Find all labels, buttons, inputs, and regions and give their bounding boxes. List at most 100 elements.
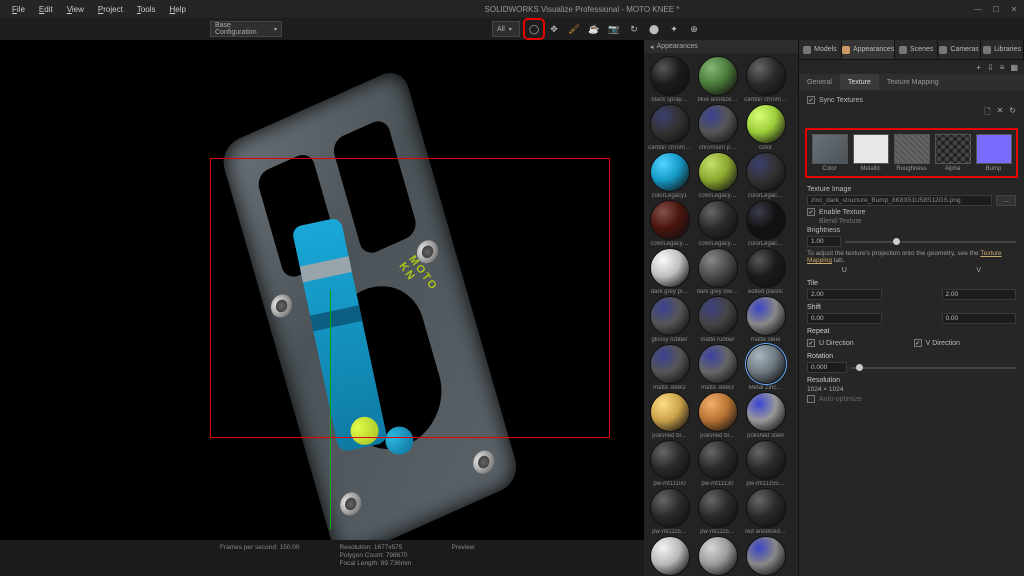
appearance-swatch[interactable]: colorLegacy… [695,200,740,247]
subtab-texture[interactable]: Texture [840,74,879,90]
enable-texture-checkbox[interactable] [807,208,815,216]
texture-map-alpha[interactable]: Alpha [934,134,971,172]
appearance-swatch[interactable]: matte steel [743,296,788,343]
brightness-value[interactable]: 1.00 [807,236,841,247]
appearance-swatch[interactable]: colorLegacy1 [647,152,692,199]
tab-appearances[interactable]: Appearances [842,40,895,59]
camera-tool-button[interactable]: 📷 [606,21,622,37]
appearance-swatch[interactable]: Metal Zinc… [743,344,788,391]
appearance-swatch[interactable]: matte steel3 [695,344,740,391]
appearance-swatch[interactable]: colorLegac… [743,152,788,199]
mapping-note: To adjust the texture's projection onto … [807,250,1016,264]
repeat-v-checkbox[interactable] [914,339,922,347]
appearance-swatch[interactable]: glossy rubber [647,296,692,343]
add-icon[interactable]: + [976,63,981,72]
appearance-swatch[interactable]: pw-mt11130 [695,440,740,487]
viewport-3d[interactable]: MOTO KN Frames per second: 150.00 Resolu… [0,40,644,576]
appearance-swatch[interactable]: colorLegac… [743,200,788,247]
close-icon[interactable]: ✕ [1008,5,1020,14]
menu-file[interactable]: FFileile [6,4,31,15]
appearance-swatch[interactable]: matte rubber [695,296,740,343]
rotation-value[interactable]: 0.000 [807,362,847,373]
properties-panel: Models Appearances Scenes Cameras Librar… [799,40,1024,576]
sync-textures-label: Sync Textures [819,97,863,104]
appearance-swatch[interactable]: polished bl… [647,392,692,439]
appearance-swatch[interactable]: red anodised… [743,488,788,535]
browse-button[interactable]: … [996,195,1016,206]
brightness-slider[interactable] [845,237,1016,247]
library-header: Appearances [657,43,698,50]
texture-refresh-icon[interactable]: ↻ [1009,106,1016,120]
minimize-icon[interactable]: — [972,5,984,14]
tile-v-input[interactable]: 2.00 [942,289,1017,300]
appearance-swatch[interactable]: pw-mt1115… [695,488,740,535]
render-region-outline [210,158,610,438]
rotation-slider[interactable] [851,363,1016,373]
appearance-swatch[interactable]: satin finish… [695,536,740,576]
configuration-dropdown[interactable]: Base Configuration▾ [210,21,282,37]
appearance-swatch[interactable]: black spray… [647,56,692,103]
appearance-swatch[interactable]: colorLegacy… [695,152,740,199]
tile-u-input[interactable]: 2.00 [807,289,882,300]
auto-optimize-checkbox[interactable] [807,395,815,403]
appearance-library: ◂Appearances black spray…blue anodize…ca… [644,40,799,576]
sync-textures-checkbox[interactable] [807,96,815,104]
shift-u-input[interactable]: 0.00 [807,313,882,324]
texture-map-roughness[interactable]: Roughness [893,134,930,172]
maximize-icon[interactable]: ☐ [990,5,1002,14]
appearance-swatch[interactable]: pw-mt11100 [647,440,692,487]
status-bar: Frames per second: 150.00 Resolution: 16… [0,540,644,576]
extra-tool-button[interactable]: ⊕ [686,21,702,37]
appearance-swatch[interactable]: blue anodize… [695,56,740,103]
refresh-button[interactable]: ↻ [626,21,642,37]
appearance-swatch[interactable]: color [743,104,788,151]
appearance-swatch[interactable]: edited plastic [743,248,788,295]
paint-tool-button[interactable]: 🖌 [566,21,582,37]
appearance-swatch[interactable]: colorLegacy… [647,200,692,247]
variant-dropdown[interactable]: All▾ [492,21,520,37]
shift-v-input[interactable]: 0.00 [942,313,1017,324]
appearance-swatch[interactable]: pw-mt1115… [647,488,692,535]
list-icon[interactable]: ≡ [1000,63,1005,72]
subtab-general[interactable]: General [799,74,840,90]
texture-add-icon[interactable]: 🗋 [984,106,990,120]
texture-map-color[interactable]: Color [811,134,848,172]
tab-cameras[interactable]: Cameras [938,40,981,59]
grid-icon[interactable]: ▦ [1010,63,1018,72]
repeat-u-checkbox[interactable] [807,339,815,347]
appearance-swatch[interactable]: satin brush… [743,536,788,576]
tab-libraries[interactable]: Libraries [981,40,1024,59]
appearance-swatch[interactable]: chromium p… [695,104,740,151]
texture-map-bump[interactable]: Bump [975,134,1012,172]
tab-scenes[interactable]: Scenes [895,40,938,59]
appearance-swatch[interactable]: satin brush… [647,536,692,576]
import-icon[interactable]: ⇩ [987,63,994,72]
appearance-swatch[interactable]: carbon chrom… [647,104,692,151]
menu-help[interactable]: Help [164,4,192,15]
menu-project[interactable]: Project [92,4,129,15]
appearance-swatch[interactable]: pw-mt11155… [743,440,788,487]
menu-bar: FFileile Edit View Project Tools Help [6,4,192,15]
texture-maps-row: ColorMetallicRoughnessAlphaBump [805,128,1018,178]
texture-map-metallic[interactable]: Metallic [852,134,889,172]
appearance-swatch[interactable]: matte steel2 [647,344,692,391]
appearance-swatch[interactable]: polished steel [743,392,788,439]
tab-models[interactable]: Models [799,40,842,59]
appearance-swatch[interactable]: dark grey pl… [647,248,692,295]
menu-edit[interactable]: Edit [33,4,59,15]
appearance-swatch[interactable]: dark grey low… [695,248,740,295]
lighting-button[interactable]: ☕ [586,21,602,37]
subtab-mapping[interactable]: Texture Mapping [879,74,947,90]
texture-delete-icon[interactable]: ✕ [997,106,1004,120]
texture-path-field[interactable]: zinc_dark_structure_Bump_8K8X51U58S12GS.… [807,195,992,206]
top-toolbar: Base Configuration▾ All▾ ◯ ✥ 🖌 ☕ 📷 ↻ ⬤ ✦… [0,18,1024,40]
render-button[interactable]: ⬤ [646,21,662,37]
selection-mode-button[interactable]: ◯ [526,21,542,37]
title-bar: FFileile Edit View Project Tools Help SO… [0,0,1024,18]
move-tool-button[interactable]: ✥ [546,21,562,37]
menu-view[interactable]: View [61,4,90,15]
appearance-swatch[interactable]: polished bl… [695,392,740,439]
settings-button[interactable]: ✦ [666,21,682,37]
appearance-swatch[interactable]: carbon chrom… [743,56,788,103]
menu-tools[interactable]: Tools [131,4,162,15]
